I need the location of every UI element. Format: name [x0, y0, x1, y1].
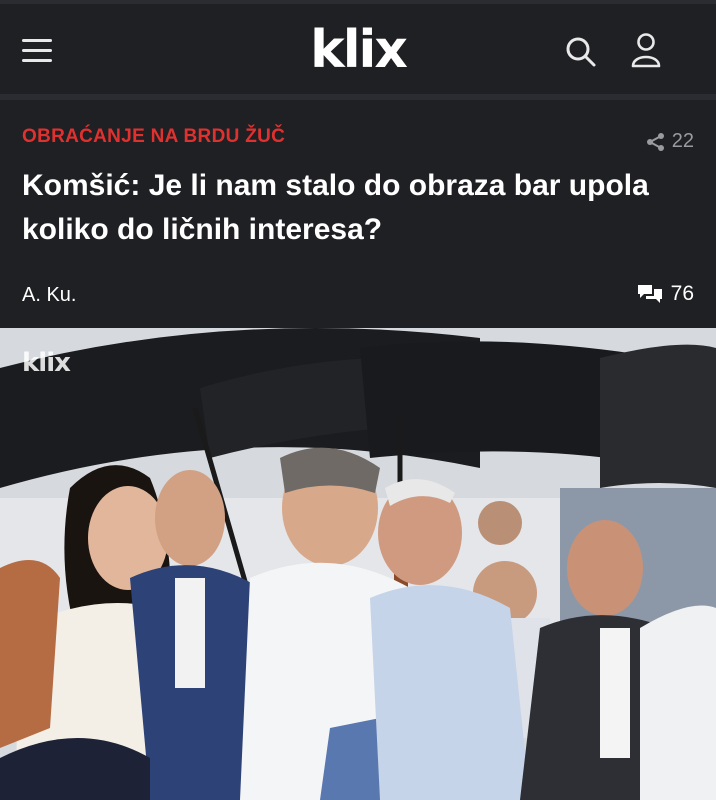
- article-photo[interactable]: klix: [0, 328, 716, 800]
- site-logo[interactable]: klix: [0, 22, 716, 78]
- share-button[interactable]: 22: [646, 130, 694, 153]
- photo-watermark: klix: [22, 348, 71, 378]
- comment-count: 76: [670, 282, 694, 305]
- article-header: OBRAĆANJE NA BRDU ŽUČ 22 Komšić: Je li n…: [0, 100, 716, 328]
- article-author[interactable]: A. Ku.: [22, 284, 76, 307]
- article-category[interactable]: OBRAĆANJE NA BRDU ŽUČ: [22, 126, 285, 148]
- share-icon: [646, 132, 664, 151]
- comments-button[interactable]: 76: [637, 282, 694, 306]
- share-count: 22: [671, 130, 694, 152]
- comments-icon: [637, 285, 662, 303]
- article-title: Komšić: Je li nam stalo do obraza bar up…: [22, 169, 649, 246]
- user-icon[interactable]: [630, 32, 662, 68]
- search-icon[interactable]: [565, 36, 597, 68]
- site-header: klix: [0, 4, 716, 94]
